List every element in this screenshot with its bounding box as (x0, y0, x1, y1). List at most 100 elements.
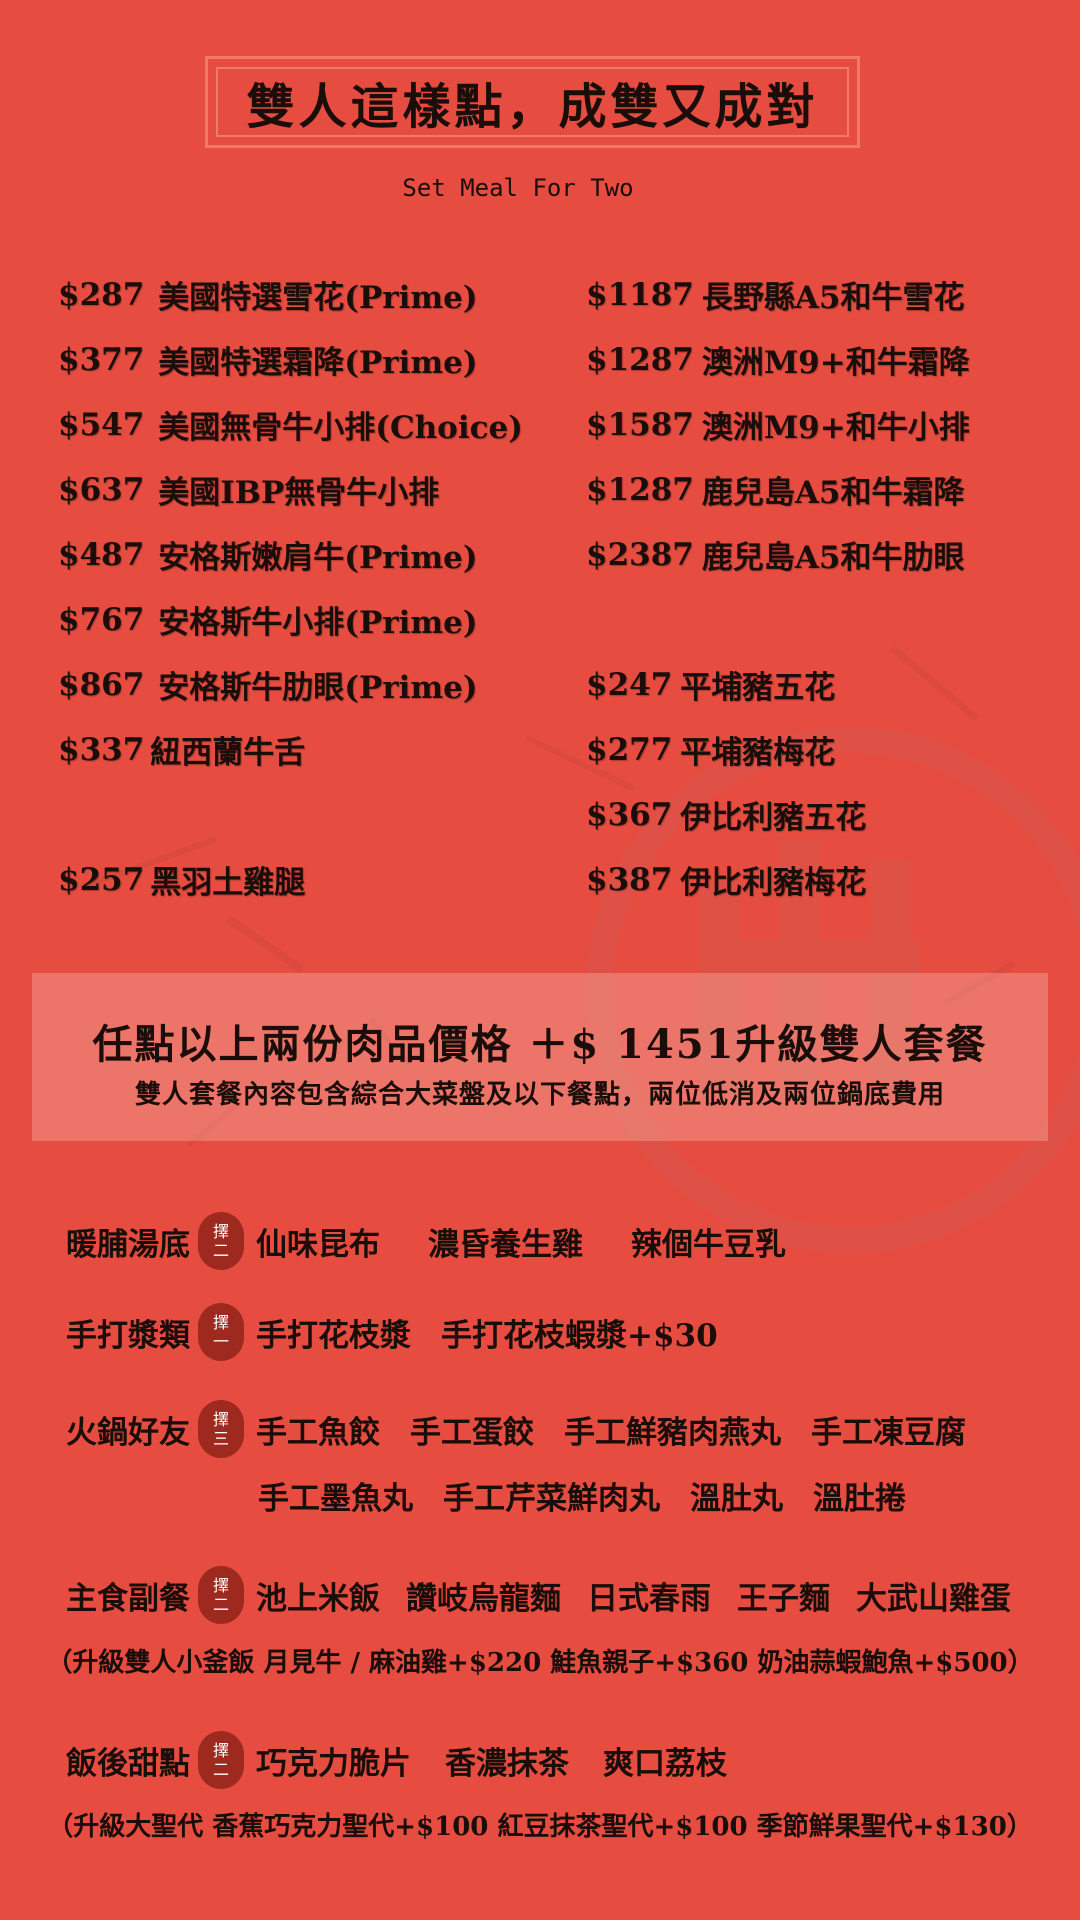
menu-item: $387 伊比利豬梅花 (586, 847, 970, 912)
menu-item: $1287 鹿兒島A5和牛霜降 (586, 457, 970, 522)
menu-item-price: $257 (58, 861, 145, 898)
menu-item-price: $637 (58, 471, 145, 508)
menu-item-price: $277 (586, 731, 673, 768)
option-item: 手打花枝蝦漿+$30 (441, 1317, 718, 1354)
staple-category: 主食副餐 擇二 池上米飯 讚岐烏龍麵 日式春雨 王子麵 大武山雞蛋 (52, 1566, 1011, 1624)
menu-item-name: 平埔豬五花 (680, 670, 836, 706)
menu-item-name: 長野縣A5和牛雪花 (701, 280, 965, 316)
menu-item: $1587 澳洲M9+和牛小排 (586, 392, 970, 457)
option-item: 香濃抹茶 (445, 1745, 569, 1782)
menu-item-name: 安格斯牛肋眼(Prime) (158, 670, 478, 706)
choice-badge: 擇一 (198, 1303, 244, 1361)
menu-item: $487 安格斯嫩肩牛(Prime) (58, 522, 523, 587)
menu-item-name: 美國特選霜降(Prime) (158, 345, 478, 381)
menu-item-price: $867 (58, 666, 145, 703)
menu-item: $1187 長野縣A5和牛雪花 (586, 262, 970, 327)
option-item: 濃昏養生雞 (428, 1226, 583, 1263)
menu-item-name: 平埔豬梅花 (680, 735, 836, 771)
menu-item-name: 美國IBP無骨牛小排 (158, 475, 440, 511)
category-label: 手打漿類 (66, 1317, 190, 1354)
option-item: 大武山雞蛋 (856, 1580, 1011, 1617)
category-label: 主食副餐 (66, 1580, 190, 1617)
menu-item-name: 伊比利豬五花 (680, 800, 867, 836)
menu-item-price: $377 (58, 341, 145, 378)
upgrade-detail: 雙人套餐內容包含綜合大菜盤及以下餐點，兩位低消及兩位鍋底費用 (134, 1080, 945, 1110)
option-item: 日式春雨 (587, 1580, 711, 1617)
choice-badge: 擇二 (198, 1212, 244, 1270)
page-title: 雙人這樣點，成雙又成對 (246, 79, 819, 135)
option-item: 溫肚捲 (813, 1481, 906, 1517)
menu-item: $277 平埔豬梅花 (586, 717, 970, 782)
dessert-upgrade-note: （升級大聖代 香蕉巧克力聖代+$100 紅豆抹茶聖代+$100 季節鮮果聖代+$… (47, 1812, 1033, 1842)
option-item: 手工魚餃 (256, 1414, 380, 1451)
option-item: 辣個牛豆乳 (631, 1226, 786, 1263)
choice-badge: 擇二 (198, 1731, 244, 1789)
menu-item-price: $487 (58, 536, 145, 573)
menu-item-name: 鹿兒島A5和牛霜降 (701, 475, 965, 511)
menu-item-price: $1287 (586, 471, 694, 508)
menu-item: $287 美國特選雪花(Prime) (58, 262, 523, 327)
menu-item: $337 紐西蘭牛舌 (58, 717, 523, 782)
menu-item: $257 黑羽土雞腿 (58, 847, 523, 912)
dessert-category: 飯後甜點 擇二 巧克力脆片 香濃抹茶 爽口荔枝 (52, 1731, 727, 1789)
menu-item-price: $1587 (586, 406, 694, 443)
menu-item-price: $387 (586, 861, 673, 898)
category-label: 火鍋好友 (66, 1414, 190, 1451)
menu-item-name: 安格斯嫩肩牛(Prime) (158, 540, 478, 576)
title-frame: 雙人這樣點，成雙又成對 (205, 56, 860, 148)
menu-item-name: 伊比利豬梅花 (680, 865, 867, 901)
menu-item-price: $287 (58, 276, 145, 313)
menu-item-name: 美國特選雪花(Prime) (158, 280, 478, 316)
menu-item: $637 美國IBP無骨牛小排 (58, 457, 523, 522)
menu-item-price: $2387 (586, 536, 694, 573)
menu-item: $377 美國特選霜降(Prime) (58, 327, 523, 392)
option-item: 手工墨魚丸 (258, 1481, 413, 1517)
option-item: 溫肚丸 (690, 1481, 783, 1517)
option-item: 仙味昆布 (256, 1226, 380, 1263)
menu-item-price: $367 (586, 796, 673, 833)
option-item: 池上米飯 (256, 1580, 380, 1617)
option-item: 手工蛋餃 (410, 1414, 534, 1451)
price-list-left: $287 美國特選雪花(Prime) $377 美國特選霜降(Prime) $547… (58, 262, 523, 912)
price-list-right: $1187 長野縣A5和牛雪花 $1287 澳洲M9+和牛霜降 $1587 澳洲M9+… (586, 262, 970, 912)
choice-badge: 擇二 (198, 1566, 244, 1624)
menu-item: $767 安格斯牛小排(Prime) (58, 587, 523, 652)
choice-badge: 擇三 (198, 1400, 244, 1458)
soup-category: 暖脯湯底 擇二 仙味昆布 濃昏養生雞 辣個牛豆乳 (52, 1212, 786, 1270)
menu-item-price: $1287 (586, 341, 694, 378)
upgrade-headline: 任點以上兩份肉品價格 ＋$ 1451升級雙人套餐 (92, 1021, 988, 1068)
menu-item: $547 美國無骨牛小排(Choice) (58, 392, 523, 457)
page-subtitle: Set Meal For Two (402, 174, 634, 202)
hotpot-category: 火鍋好友 擇三 手工魚餃 手工蛋餃 手工鮮豬肉燕丸 手工凍豆腐 (52, 1400, 966, 1458)
option-item: 王子麵 (737, 1580, 830, 1617)
option-item: 手打花枝漿 (256, 1317, 411, 1354)
menu-item-name: 澳洲M9+和牛小排 (701, 410, 970, 446)
option-item: 爽口荔枝 (603, 1745, 727, 1782)
hotpot-options-line2: 手工墨魚丸 手工芹菜鮮肉丸 溫肚丸 溫肚捲 (258, 1473, 906, 1518)
option-item: 手工凍豆腐 (811, 1414, 966, 1451)
category-label: 飯後甜點 (66, 1745, 190, 1782)
menu-item-price: $547 (58, 406, 145, 443)
menu-item-name: 黑羽土雞腿 (150, 865, 306, 901)
menu-item-name: 美國無骨牛小排(Choice) (158, 410, 523, 446)
menu-item: $367 伊比利豬五花 (586, 782, 970, 847)
menu-item-name: 澳洲M9+和牛霜降 (701, 345, 970, 381)
menu-item-name: 鹿兒島A5和牛肋眼 (701, 540, 965, 576)
category-label: 暖脯湯底 (66, 1226, 190, 1263)
menu-item-price: $337 (58, 731, 145, 768)
menu-item-price: $767 (58, 601, 145, 638)
paste-category: 手打漿類 擇一 手打花枝漿 手打花枝蝦漿+$30 (52, 1303, 718, 1361)
option-item: 手工鮮豬肉燕丸 (564, 1414, 781, 1451)
option-item: 手工芹菜鮮肉丸 (443, 1481, 660, 1517)
menu-item: $1287 澳洲M9+和牛霜降 (586, 327, 970, 392)
option-item: 讚岐烏龍麵 (406, 1580, 561, 1617)
menu-item-name: 紐西蘭牛舌 (150, 735, 306, 771)
option-item: 巧克力脆片 (256, 1745, 411, 1782)
menu-item: $867 安格斯牛肋眼(Prime) (58, 652, 523, 717)
staple-upgrade-note: （升級雙人小釜飯 月見牛 / 麻油雞+$220 鮭魚親子+$360 奶油蒜蝦鮑魚… (46, 1648, 1034, 1678)
menu-item: $247 平埔豬五花 (586, 652, 970, 717)
menu-item: $2387 鹿兒島A5和牛肋眼 (586, 522, 970, 587)
menu-item-name: 安格斯牛小排(Prime) (158, 605, 478, 641)
menu-item-price: $1187 (586, 276, 694, 313)
menu-item-price: $247 (586, 666, 673, 703)
